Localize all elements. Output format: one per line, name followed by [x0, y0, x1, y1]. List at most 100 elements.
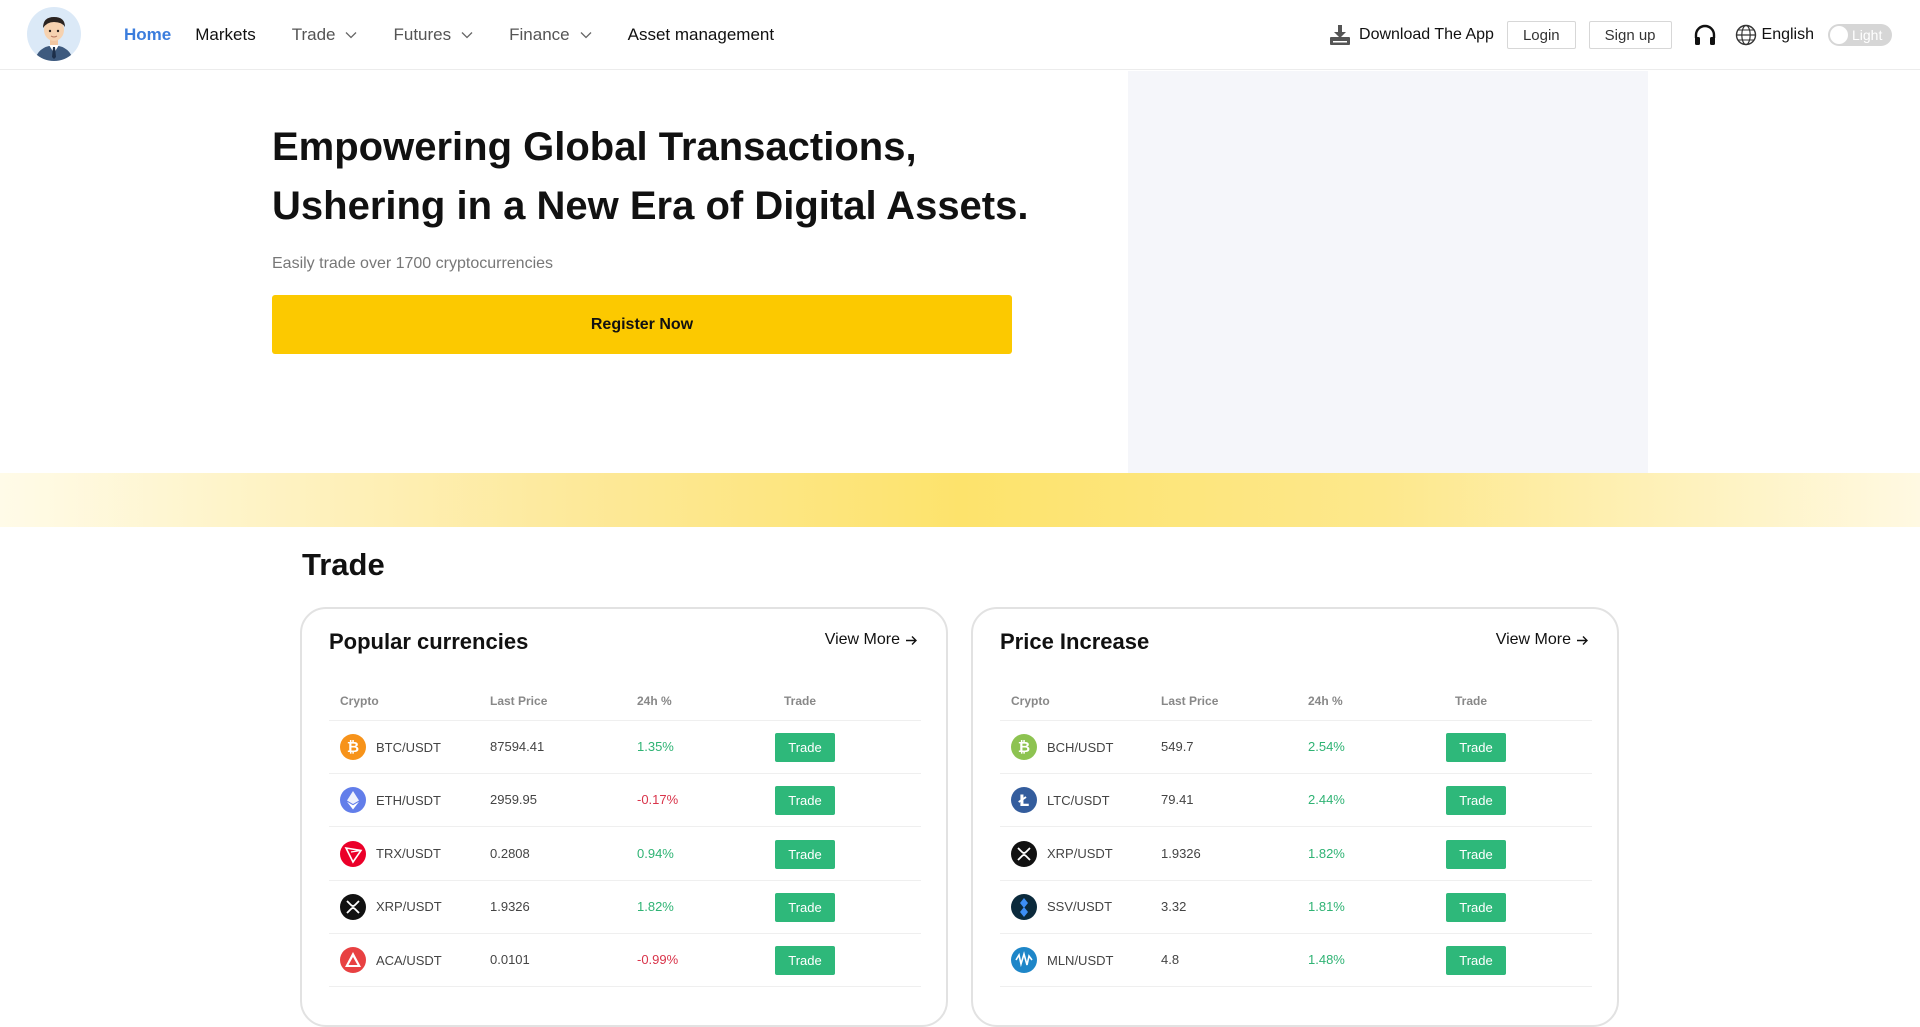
table-row[interactable]: SSV/USDT 3.32 1.81% Trade — [1000, 881, 1592, 934]
trade-button[interactable]: Trade — [1446, 946, 1506, 976]
view-more-link[interactable]: View More — [825, 631, 918, 649]
svg-text:₿: ₿ — [347, 738, 359, 756]
download-app-label: Download The App — [1359, 26, 1494, 43]
nav-item-home[interactable]: Home — [124, 25, 171, 45]
change-24h: 1.82% — [1308, 845, 1345, 861]
login-button[interactable]: Login — [1506, 21, 1576, 49]
column-header: Trade — [784, 694, 817, 708]
download-app-link[interactable]: Download The App — [1329, 24, 1494, 46]
globe-icon — [1735, 24, 1756, 46]
change-24h: -0.17% — [637, 792, 679, 808]
trade-button[interactable]: Trade — [1446, 892, 1506, 922]
pair-name: LTC/USDT — [1047, 792, 1110, 808]
theme-toggle[interactable]: Light — [1828, 24, 1892, 46]
crypto-pair: ETH/USDT — [340, 787, 441, 814]
theme-toggle-knob — [1830, 26, 1848, 44]
chevron-down-icon — [461, 32, 473, 39]
nav-item-asset-management[interactable]: Asset management — [628, 25, 774, 45]
chevron-down-icon — [346, 32, 357, 39]
nav-item-label: Futures — [393, 25, 452, 44]
table-row[interactable]: ₿ BTC/USDT 87594.41 1.35% Trade — [329, 721, 921, 774]
header-actions: Download The App Login Sign up English L… — [1329, 0, 1892, 70]
column-header: Last Price — [1161, 694, 1219, 708]
trade-button[interactable]: Trade — [775, 733, 835, 762]
nav-item-label: Asset management — [627, 25, 775, 44]
crypto-pair: TRX/USDT — [340, 840, 441, 867]
trx-coin-icon — [340, 840, 366, 867]
nav-item-label: Trade — [291, 25, 336, 44]
bch-coin-icon: ₿ — [1011, 734, 1037, 760]
pair-name: XRP/USDT — [1047, 846, 1113, 862]
card-title: Price Increase — [1000, 629, 1150, 654]
trade-button[interactable]: Trade — [775, 892, 835, 922]
column-header: 24h % — [637, 694, 672, 708]
btc-coin-icon: ₿ — [340, 734, 366, 760]
change-24h: 2.44% — [1308, 792, 1345, 808]
headset-support-icon[interactable] — [1693, 23, 1717, 47]
xrp-coin-icon — [340, 893, 366, 920]
trade-button[interactable]: Trade — [1446, 839, 1506, 869]
table-row[interactable]: TRX/USDT 0.2808 0.94% Trade — [329, 828, 921, 881]
nav-item-trade[interactable]: Trade — [292, 25, 358, 45]
pair-name: ETH/USDT — [376, 792, 441, 808]
register-now-button[interactable]: Register Now — [272, 295, 1012, 354]
view-more-link[interactable]: View More — [1496, 631, 1589, 649]
nav-item-label: Markets — [195, 25, 256, 44]
table-row[interactable]: XRP/USDT 1.9326 1.82% Trade — [329, 881, 921, 934]
last-price: 79.41 — [1161, 792, 1194, 808]
top-nav-bar: Home Markets Trade Futures Finance Asset mana… — [0, 0, 1920, 70]
nav-item-markets[interactable]: Markets — [195, 25, 255, 45]
mln-coin-icon — [1011, 947, 1037, 974]
trade-button[interactable]: Trade — [775, 839, 835, 869]
last-price: 87594.41 — [490, 739, 545, 754]
avatar-illustration-icon — [27, 7, 81, 61]
arrow-right-icon — [906, 635, 917, 645]
table-row[interactable]: MLN/USDT 4.8 1.48% Trade — [1000, 934, 1592, 988]
theme-toggle-label: Light — [1852, 27, 1883, 43]
hero-title-line-1: Empowering Global Transactions, — [272, 125, 917, 169]
trade-button[interactable]: Trade — [1446, 733, 1506, 762]
last-price: 2959.95 — [490, 792, 537, 808]
table-row[interactable]: ACA/USDT 0.0101 -0.99% Trade — [329, 934, 921, 988]
pair-name: BCH/USDT — [1047, 739, 1114, 755]
change-24h: 1.82% — [637, 898, 674, 914]
language-label: English — [1761, 26, 1814, 43]
crypto-pair: XRP/USDT — [1011, 840, 1113, 867]
last-price: 1.9326 — [490, 898, 530, 914]
trade-button[interactable]: Trade — [775, 946, 835, 976]
last-price: 4.8 — [1161, 952, 1180, 968]
table-row[interactable]: ETH/USDT 2959.95 -0.17% Trade — [329, 774, 921, 828]
chevron-down-icon — [580, 32, 592, 39]
change-24h: 1.35% — [637, 739, 674, 754]
svg-text:₿: ₿ — [1018, 738, 1030, 756]
signup-button[interactable]: Sign up — [1588, 21, 1672, 49]
last-price: 549.7 — [1161, 739, 1194, 754]
column-header: Last Price — [490, 694, 548, 708]
ssv-coin-icon — [1011, 893, 1037, 920]
eth-coin-icon — [340, 787, 366, 814]
change-24h: 1.81% — [1308, 898, 1345, 914]
popular-currencies-card: Popular currencies View More Crypto Last … — [300, 607, 948, 1027]
xrp-coin-icon — [1011, 840, 1037, 867]
trade-button[interactable]: Trade — [1446, 786, 1506, 816]
nav-item-finance[interactable]: Finance — [509, 25, 592, 45]
table-row[interactable]: ₿ BCH/USDT 549.7 2.54% Trade — [1000, 721, 1592, 774]
table-row[interactable]: Ł LTC/USDT 79.41 2.44% Trade — [1000, 774, 1592, 828]
pair-name: BTC/USDT — [376, 739, 441, 755]
trade-button[interactable]: Trade — [775, 786, 835, 816]
crypto-pair: XRP/USDT — [340, 893, 442, 920]
user-avatar-logo[interactable] — [27, 7, 81, 61]
last-price: 1.9326 — [1161, 845, 1201, 861]
decorative-gradient-band — [0, 473, 1920, 527]
nav-item-futures[interactable]: Futures — [393, 25, 473, 45]
language-selector[interactable]: English — [1735, 24, 1814, 46]
change-24h: 0.94% — [637, 845, 674, 861]
hero-image-placeholder — [1128, 71, 1648, 473]
nav-item-label: Home — [124, 25, 172, 44]
column-header: Crypto — [1011, 694, 1050, 708]
table-row[interactable]: XRP/USDT 1.9326 1.82% Trade — [1000, 828, 1592, 881]
crypto-pair: SSV/USDT — [1011, 893, 1112, 920]
ltc-coin-icon: Ł — [1011, 787, 1037, 814]
pair-name: XRP/USDT — [376, 899, 442, 915]
last-price: 0.2808 — [490, 845, 530, 861]
